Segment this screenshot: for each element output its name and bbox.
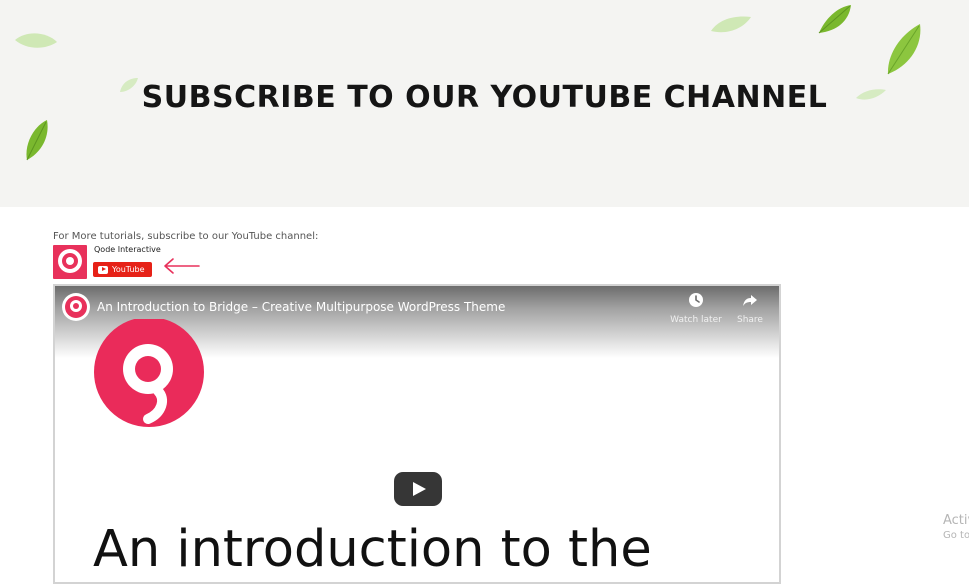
youtube-button-label: YouTube xyxy=(112,265,145,274)
content-section: For More tutorials, subscribe to our You… xyxy=(0,207,969,584)
watch-later-button[interactable]: Watch later xyxy=(666,292,726,325)
channel-name[interactable]: Qode Interactive xyxy=(94,245,161,254)
youtube-play-icon xyxy=(98,265,108,274)
channel-logo[interactable] xyxy=(53,245,87,279)
leaf-decoration xyxy=(818,5,851,34)
leaf-decoration xyxy=(15,33,57,48)
hero-banner: SUBSCRIBE TO OUR YOUTUBE CHANNEL xyxy=(0,0,969,207)
intro-text: For More tutorials, subscribe to our You… xyxy=(53,231,319,242)
share-label: Share xyxy=(737,315,763,325)
clock-icon xyxy=(689,293,703,307)
youtube-subscribe-button[interactable]: YouTube xyxy=(93,262,152,277)
share-button[interactable]: Share xyxy=(720,292,779,325)
video-player[interactable]: An Introduction to Bridge – Creative Mul… xyxy=(53,284,781,584)
qode-logo-icon xyxy=(65,296,87,318)
watermark-subtitle: Go to xyxy=(943,530,969,541)
arrow-left-icon xyxy=(164,258,200,274)
watermark-title: Activ xyxy=(943,513,969,528)
qode-large-logo xyxy=(94,319,204,427)
share-icon xyxy=(743,295,757,306)
qode-logo-icon xyxy=(58,249,82,273)
leaf-decoration xyxy=(711,16,751,33)
leaf-decoration xyxy=(887,24,921,75)
play-button[interactable] xyxy=(394,472,442,506)
video-slide-heading: An introduction to the xyxy=(93,520,652,579)
video-channel-avatar[interactable] xyxy=(62,293,90,321)
leaf-decoration xyxy=(26,120,48,161)
page-title: SUBSCRIBE TO OUR YOUTUBE CHANNEL xyxy=(141,80,828,115)
video-title[interactable]: An Introduction to Bridge – Creative Mul… xyxy=(97,300,505,314)
activation-watermark: Activ Go to xyxy=(943,513,969,541)
watch-later-label: Watch later xyxy=(670,315,722,325)
